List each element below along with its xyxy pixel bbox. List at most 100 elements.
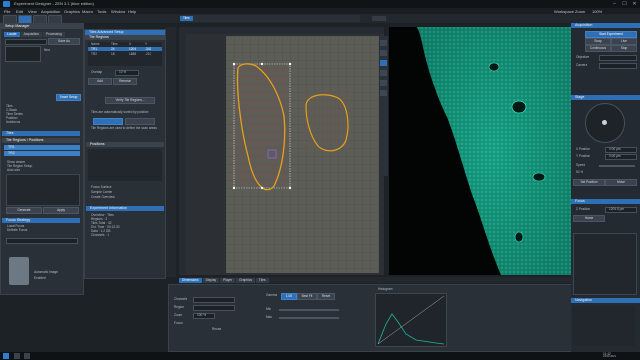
fit-icon[interactable] <box>380 90 387 96</box>
tab-tiles[interactable]: Tiles <box>255 278 269 283</box>
stage-header[interactable]: Stage <box>571 95 640 100</box>
channel-select[interactable] <box>193 297 235 303</box>
move-button[interactable]: Move <box>605 179 637 186</box>
stage-joystick[interactable] <box>585 103 625 143</box>
close-button[interactable]: ✕ <box>630 1 639 7</box>
check-sample-carrier[interactable]: Sample Carrier <box>88 190 112 194</box>
row-autofocus[interactable]: Autofocus <box>3 120 81 124</box>
auto-image-value[interactable]: Enabled <box>31 276 46 280</box>
menu-file[interactable]: File <box>4 9 10 14</box>
menu-help[interactable]: Help <box>128 9 136 14</box>
menu-tools[interactable]: Tools <box>97 9 106 14</box>
menu-view[interactable]: View <box>28 9 37 14</box>
app-icon[interactable] <box>24 353 30 359</box>
tab-player[interactable]: Player <box>220 278 236 283</box>
region-handle[interactable] <box>232 62 236 66</box>
tab-locate[interactable]: Locate <box>4 32 20 37</box>
workspace-zoom-value[interactable]: 100% <box>592 9 602 14</box>
menu-window[interactable]: Window <box>111 9 125 14</box>
focus-header[interactable]: Focus Strategy <box>2 218 80 223</box>
start-icon[interactable] <box>3 353 9 359</box>
focus-definite[interactable]: Definite Focus <box>4 228 80 232</box>
menu-graphics[interactable]: Graphics <box>64 9 80 14</box>
min-slider[interactable] <box>279 309 339 311</box>
draw-icon[interactable] <box>380 70 387 76</box>
maximize-button[interactable]: ☐ <box>620 1 629 7</box>
set-position-button[interactable]: Set Position <box>573 179 605 186</box>
tile-region-1[interactable] <box>234 64 290 188</box>
minimize-button[interactable]: – <box>610 1 619 7</box>
menu-acquisition[interactable]: Acquisition <box>41 9 60 14</box>
smart-setup-button[interactable]: Smart Setup <box>56 94 81 101</box>
snap-button[interactable]: Snap <box>585 38 611 45</box>
region-select[interactable] <box>193 305 235 311</box>
add-button[interactable]: Add <box>88 78 112 85</box>
region-handle[interactable] <box>260 186 264 190</box>
fluorescence-image[interactable] <box>389 27 571 275</box>
joystick-knob-icon[interactable] <box>602 120 607 125</box>
tile-region-row-2[interactable]: TR2 <box>4 151 80 156</box>
overlap-value: 10 % <box>119 70 127 74</box>
apply-button[interactable]: Apply <box>43 207 79 214</box>
document-tab-2[interactable] <box>372 16 386 21</box>
menu-macro[interactable]: Macro <box>82 9 93 14</box>
sample-carrier-icon <box>9 257 29 285</box>
tiles-sub-header[interactable]: Tile Regions / Positions <box>2 138 80 143</box>
check-create-overview[interactable]: Create Overview <box>88 195 115 199</box>
tile-grid[interactable] <box>226 36 379 273</box>
tile-region-row-1[interactable]: TR1 <box>4 145 80 150</box>
experiment-select[interactable] <box>5 39 47 45</box>
save-as-button[interactable]: Save As <box>48 38 80 45</box>
option-auto-size[interactable]: Auto size <box>4 168 80 172</box>
tiles-header[interactable]: Tiles <box>2 131 80 136</box>
histogram[interactable] <box>375 293 447 347</box>
speed-slider[interactable] <box>599 165 635 167</box>
gamma-button[interactable]: 1.00 <box>281 293 297 300</box>
side-tool-strip <box>166 27 176 277</box>
stop-button[interactable]: Stop <box>611 45 637 52</box>
table-cell[interactable]: TR2 <box>88 52 97 56</box>
tab-dimensions[interactable]: Dimensions <box>179 278 202 283</box>
tab-experiment[interactable]: Tiles <box>180 16 193 21</box>
start-experiment-button[interactable]: Start Experiment <box>585 31 637 38</box>
camera-select[interactable] <box>599 63 637 69</box>
tab-acquisition[interactable]: Acquisition <box>20 32 42 37</box>
verify-button[interactable]: Verify Tile Regions... <box>105 97 155 104</box>
continuous-button[interactable]: Continuous <box>585 45 611 52</box>
overlap-label: Overlap <box>91 70 103 74</box>
search-icon[interactable] <box>14 353 20 359</box>
positions-header[interactable]: Positions <box>86 142 164 147</box>
measure-icon[interactable] <box>380 80 387 86</box>
multiple-button[interactable] <box>125 118 155 125</box>
tile-list[interactable] <box>6 174 80 206</box>
tab-graphics[interactable]: Graphics <box>236 278 255 283</box>
focus-surface-label[interactable]: Focus Surface <box>88 185 112 189</box>
max-slider[interactable] <box>279 317 339 319</box>
zoom-icon[interactable] <box>380 40 387 46</box>
info-header[interactable]: Experiment Information <box>86 206 164 211</box>
generate-button[interactable]: Generate <box>6 207 42 214</box>
tile-region-2[interactable] <box>301 92 351 150</box>
reset-button[interactable]: Reset <box>317 293 335 300</box>
live-button[interactable]: Live <box>611 38 637 45</box>
objective-select[interactable] <box>599 55 637 61</box>
tab-display[interactable]: Display <box>202 278 220 283</box>
region-handle[interactable] <box>232 186 236 190</box>
region-handle[interactable] <box>288 62 292 66</box>
region-handle[interactable] <box>288 186 292 190</box>
remove-button[interactable]: Remove <box>113 78 137 85</box>
tile-regions-sub[interactable]: Tile Regions <box>85 35 165 40</box>
focus-header-right[interactable]: Focus <box>571 199 640 204</box>
menu-edit[interactable]: Edit <box>16 9 23 14</box>
best-fit-button[interactable]: Best Fit <box>297 293 317 300</box>
pan-icon[interactable] <box>380 50 387 56</box>
navigation-header[interactable]: Navigation <box>571 298 640 303</box>
focus-field[interactable] <box>6 238 78 244</box>
single-button[interactable] <box>93 118 123 125</box>
tab-processing[interactable]: Processing <box>43 32 65 37</box>
acquisition-header[interactable]: Acquisition <box>571 23 640 28</box>
region-handle[interactable] <box>260 62 264 66</box>
select-icon[interactable] <box>380 60 387 66</box>
home-button[interactable]: Home <box>573 215 605 222</box>
positions-list[interactable] <box>88 149 162 181</box>
